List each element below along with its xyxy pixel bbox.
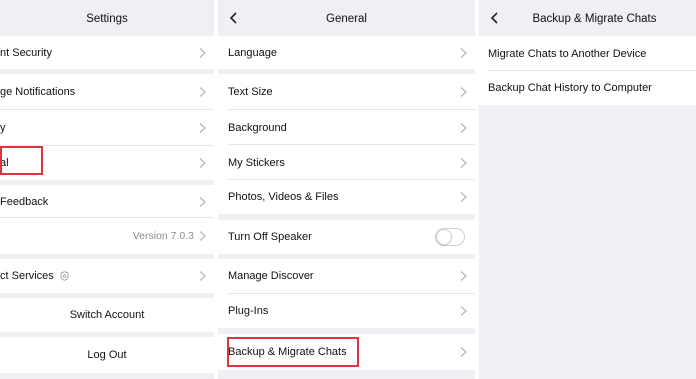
version-text: Version 7.0.3 <box>132 230 194 242</box>
settings-item-message-notifications[interactable]: ge Notifications <box>0 74 214 110</box>
chevron-right-icon <box>460 122 467 133</box>
backup-title: Backup & Migrate Chats <box>532 13 657 25</box>
general-item-manage-discover[interactable]: Manage Discover <box>218 259 475 293</box>
shield-icon <box>60 271 69 281</box>
settings-item-privacy[interactable]: y <box>0 110 214 146</box>
settings-item-about[interactable]: Version 7.0.3 <box>0 218 214 254</box>
general-item-label: Turn Off Speaker <box>228 231 312 243</box>
chevron-right-icon <box>199 231 206 241</box>
settings-item-label: ge Notifications <box>0 86 76 98</box>
backup-chat-history-item[interactable]: Backup Chat History to Computer <box>479 71 696 105</box>
general-item-text-size[interactable]: Text Size <box>218 74 475 110</box>
settings-panel: Settings nt Security ge Notifications y … <box>0 0 214 379</box>
settings-item-contact-services[interactable]: ct Services <box>0 259 214 293</box>
divider <box>228 293 475 294</box>
backup-migrate-panel: Backup & Migrate Chats Migrate Chats to … <box>479 0 696 379</box>
general-header: General <box>218 0 475 36</box>
general-title: General <box>326 13 367 25</box>
general-item-label: Background <box>228 121 287 134</box>
general-item-language[interactable]: Language <box>218 36 475 69</box>
chevron-right-icon <box>460 305 467 316</box>
switch-account-label: Switch Account <box>69 309 145 321</box>
settings-item-label: al <box>0 157 9 169</box>
general-item-label: Language <box>228 46 277 59</box>
general-item-label: My Stickers <box>228 156 285 169</box>
chevron-right-icon <box>460 347 467 357</box>
chevron-right-icon <box>199 271 206 281</box>
log-out-label: Log Out <box>87 349 127 361</box>
general-item-background[interactable]: Background <box>218 110 475 145</box>
settings-item-account-security[interactable]: nt Security <box>0 36 214 69</box>
general-item-turn-off-speaker: Turn Off Speaker <box>218 220 475 254</box>
migrate-chats-item[interactable]: Migrate Chats to Another Device <box>479 36 696 71</box>
chevron-right-icon <box>199 47 206 58</box>
log-out-button[interactable]: Log Out <box>0 337 214 373</box>
chevron-right-icon <box>460 87 467 97</box>
general-item-label: Photos, Videos & Files <box>228 191 339 203</box>
settings-item-general[interactable]: al <box>0 146 214 180</box>
settings-item-label: ct Services <box>0 270 54 282</box>
general-item-my-stickers[interactable]: My Stickers <box>218 145 475 180</box>
general-item-label: Manage Discover <box>228 270 314 282</box>
toggle-knob <box>437 230 451 244</box>
chevron-right-icon <box>199 158 206 168</box>
general-item-photos-videos-files[interactable]: Photos, Videos & Files <box>218 180 475 214</box>
settings-title: Settings <box>86 13 128 25</box>
chevron-right-icon <box>199 87 206 97</box>
migrate-chats-label: Migrate Chats to Another Device <box>488 47 647 60</box>
general-item-backup-migrate-chats[interactable]: Backup & Migrate Chats <box>218 334 475 370</box>
speaker-toggle[interactable] <box>435 228 465 246</box>
backup-chat-history-label: Backup Chat History to Computer <box>488 82 652 94</box>
switch-account-button[interactable]: Switch Account <box>0 298 214 332</box>
settings-item-label: nt Security <box>0 46 52 59</box>
settings-item-label: y <box>0 122 6 134</box>
chevron-right-icon <box>199 196 206 207</box>
chevron-right-icon <box>460 47 467 58</box>
chevron-right-icon <box>460 192 467 202</box>
settings-header: Settings <box>0 0 214 36</box>
general-item-label: Text Size <box>228 86 273 98</box>
general-item-plug-ins[interactable]: Plug-Ins <box>218 293 475 328</box>
general-item-label: Backup & Migrate Chats <box>228 346 347 358</box>
general-panel: General Language Text Size Background My… <box>218 0 475 379</box>
general-item-label: Plug-Ins <box>228 304 269 317</box>
settings-item-feedback[interactable]: Feedback <box>0 185 214 218</box>
backup-header: Backup & Migrate Chats <box>479 0 696 36</box>
chevron-right-icon <box>199 123 206 133</box>
chevron-right-icon <box>460 157 467 168</box>
settings-item-label: Feedback <box>0 195 49 208</box>
chevron-right-icon <box>460 271 467 281</box>
